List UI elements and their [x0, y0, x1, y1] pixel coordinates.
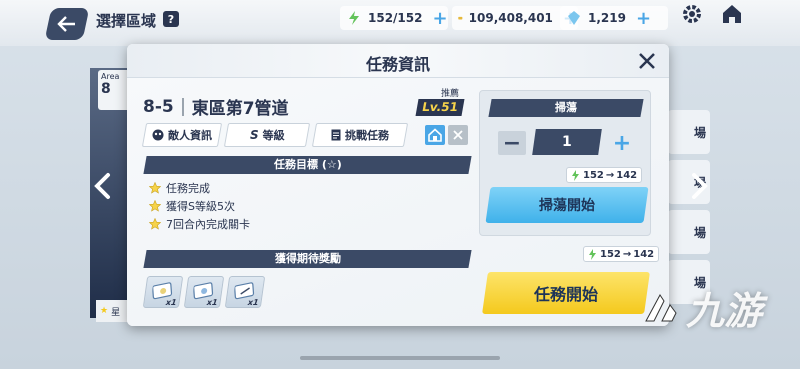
reward-qty: x1: [247, 298, 260, 307]
mission-cost-from: 152: [600, 248, 621, 260]
sweep-count-value: 1: [562, 134, 572, 150]
recommended-level: 推薦 Lv.51: [415, 86, 465, 116]
objectives-title: 任務目標 (☆): [273, 158, 342, 171]
sweep-cost-to: 142: [616, 169, 638, 181]
home-indicator: [300, 356, 500, 360]
back-arrow-icon: [57, 16, 75, 32]
disabled-button[interactable]: [448, 125, 468, 145]
sweep-cost-tag: 152 → 142: [566, 167, 643, 183]
star-icon: ★: [100, 306, 109, 316]
gear-icon[interactable]: [680, 2, 704, 26]
star-icon: [149, 218, 161, 230]
tab-challenge-label: 挑戰任務: [345, 129, 389, 142]
page-title: 選擇區域: [96, 12, 157, 30]
dialog-header: 任務資訊: [127, 44, 669, 78]
right-stage-card[interactable]: 場: [668, 110, 710, 154]
gems-plus-button[interactable]: +: [636, 8, 651, 29]
credits-value: 109,408,401: [468, 11, 553, 25]
sweep-increment-button[interactable]: +: [608, 131, 636, 156]
home-icon[interactable]: [720, 2, 744, 26]
ap-value: 152/152: [368, 11, 423, 25]
stage-code: 8-5: [143, 96, 174, 117]
mission-start-label: 任務開始: [533, 285, 598, 304]
credit-icon: [458, 16, 463, 20]
document-icon: [331, 129, 341, 141]
mission-cost-tag: 152 → 142: [583, 246, 660, 262]
house-icon: [428, 128, 442, 142]
gems-value: 1,219: [588, 11, 626, 25]
sweep-cost-from: 152: [583, 169, 604, 181]
chevron-left-icon: [94, 173, 110, 199]
star-icon: [149, 200, 161, 212]
objective-text: 任務完成: [166, 182, 210, 195]
reward-item[interactable]: x1: [183, 276, 225, 308]
watermark: 九游: [640, 280, 762, 335]
recommended-label: 推薦: [440, 89, 459, 99]
sweep-start-button[interactable]: 掃蕩開始: [485, 187, 649, 223]
ap-counter: 152/152 +: [340, 6, 448, 30]
arrow-icon: →: [622, 248, 632, 260]
gem-icon: [568, 11, 580, 25]
tab-enemy-info-label: 敵人資訊: [168, 129, 212, 142]
back-button[interactable]: [44, 8, 90, 40]
tab-rank[interactable]: S 等級: [223, 123, 311, 147]
stage-header: 8-5 東區第7管道: [143, 94, 289, 120]
tab-rank-label: 等級: [262, 129, 285, 142]
lobby-button[interactable]: [425, 125, 445, 145]
prev-arrow-button[interactable]: [92, 172, 114, 200]
rewards-list: x1 x1 x1: [142, 276, 268, 308]
objective-item: 獲得S等級5次: [149, 197, 250, 215]
ap-bolt-icon: [349, 11, 359, 25]
objective-item: 7回合內完成關卡: [149, 215, 250, 233]
close-icon[interactable]: [635, 49, 659, 73]
watermark-logo-icon: [645, 293, 677, 321]
arrow-icon: →: [605, 169, 615, 181]
top-bar: 選擇區域 ? 152/152 + 109,408,401 + 1,219 +: [0, 0, 800, 46]
objective-item: 任務完成: [149, 179, 250, 197]
enemy-icon: [152, 129, 164, 141]
help-icon[interactable]: ?: [163, 11, 179, 27]
objectives-header: 任務目標 (☆): [143, 156, 472, 174]
mission-info-dialog: 任務資訊 8-5 東區第7管道 推薦 Lv.51 敵人資訊 S 等級 挑戰任務 …: [127, 44, 669, 326]
mission-start-button[interactable]: 任務開始: [482, 272, 650, 314]
star-strip-label: 星: [111, 307, 121, 318]
watermark-text: 九游: [686, 289, 763, 333]
objectives-list: 任務完成 獲得S等級5次 7回合內完成關卡: [149, 179, 250, 233]
ap-bolt-icon: [572, 169, 579, 181]
objective-text: 獲得S等級5次: [166, 200, 235, 213]
stage-name: 東區第7管道: [191, 99, 289, 119]
reward-item[interactable]: x1: [224, 276, 266, 308]
sweep-decrement-button[interactable]: −: [498, 131, 526, 156]
tab-enemy-info[interactable]: 敵人資訊: [141, 123, 223, 147]
s-rank-icon: S: [249, 128, 259, 142]
right-stage-card[interactable]: 場: [668, 210, 710, 254]
recommended-level-value: Lv.51: [415, 99, 465, 116]
divider: [181, 97, 184, 116]
reward-qty: x1: [165, 298, 178, 307]
sweep-title-bar: 掃蕩: [488, 99, 644, 117]
star-icon: [149, 182, 161, 194]
cross-icon: [453, 130, 463, 140]
info-tabs: 敵人資訊 S 等級 挑戰任務: [141, 123, 412, 147]
rewards-title: 獲得期待獎勵: [274, 252, 341, 265]
next-arrow-button[interactable]: [688, 172, 710, 200]
dialog-title: 任務資訊: [365, 55, 430, 74]
rewards-header: 獲得期待獎勵: [143, 250, 472, 268]
ap-plus-button[interactable]: +: [432, 8, 447, 29]
tab-challenge[interactable]: 挑戰任務: [311, 123, 409, 147]
objective-text: 7回合內完成關卡: [166, 218, 250, 231]
dialog-body: 8-5 東區第7管道 推薦 Lv.51 敵人資訊 S 等級 挑戰任務 任務目標 …: [127, 78, 669, 326]
ap-bolt-icon: [589, 248, 596, 260]
reward-item[interactable]: x1: [142, 276, 184, 308]
mission-cost-to: 142: [633, 248, 655, 260]
gems-counter: 1,219 +: [560, 6, 668, 30]
sweep-count: 1: [532, 129, 602, 155]
reward-qty: x1: [206, 298, 219, 307]
chevron-right-icon: [692, 173, 708, 199]
sweep-panel: 掃蕩 − 1 + 152 → 142 掃蕩開始: [479, 90, 651, 236]
sweep-title: 掃蕩: [555, 101, 577, 114]
sweep-start-label: 掃蕩開始: [539, 198, 595, 214]
